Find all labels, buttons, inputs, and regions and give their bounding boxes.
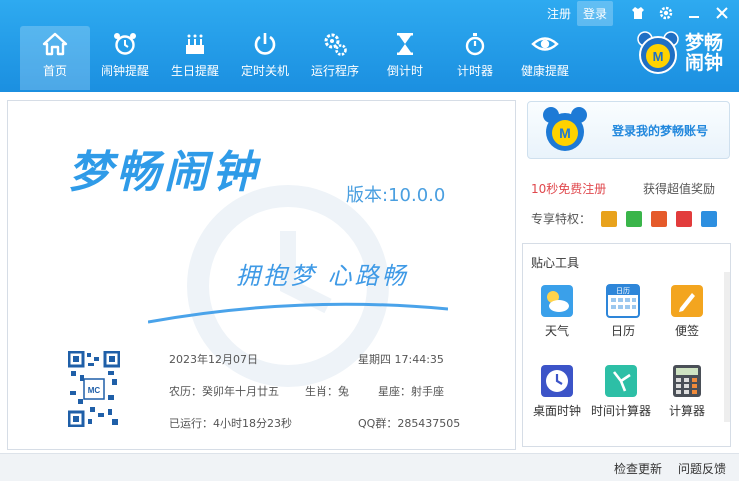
svg-text:M: M [559, 125, 571, 141]
tool-label: 时间计算器 [590, 404, 651, 418]
home-panel: 梦畅闹钟 版本:10.0.0 拥抱梦 心路畅 MC 2023年12月07日 星期… [7, 100, 516, 450]
nav-birthday[interactable]: 生日提醒 [160, 26, 230, 90]
gears-icon [324, 33, 347, 56]
tool-calculator[interactable]: 计算器 [655, 364, 719, 419]
tools-scrollbar[interactable] [724, 272, 730, 422]
brand-line: 闹钟 [685, 52, 724, 74]
login-button[interactable]: 登录 [576, 0, 613, 26]
nav-label: 健康提醒 [520, 64, 569, 78]
nav-countdown[interactable]: 倒计时 [370, 26, 440, 90]
tool-label: 日历 [610, 324, 635, 338]
eye-icon [531, 37, 559, 51]
alarm-mascot-icon: M [543, 107, 587, 151]
lunar-date-text: 农历：癸卯年十月廿五 [169, 385, 279, 398]
uptime-text: 已运行：4小时18分23秒 [169, 417, 292, 430]
nav-label: 生日提醒 [170, 64, 219, 78]
privilege-present-icon[interactable] [676, 210, 693, 227]
privilege-card-icon[interactable] [651, 210, 668, 227]
main-nav: 首页 闹钟提醒 生日提醒 定时关机 运行程序 倒计时 计时器 健康提醒 [20, 26, 580, 90]
nav-timer[interactable]: 计时器 [440, 26, 510, 90]
gear-icon[interactable] [655, 2, 677, 24]
register-link[interactable]: 注册 [541, 1, 577, 26]
calendar-header: 日历 [616, 287, 630, 295]
nav-health[interactable]: 健康提醒 [510, 26, 580, 90]
tool-calendar[interactable]: 日历 日历 [591, 284, 655, 339]
nav-run-program[interactable]: 运行程序 [300, 26, 370, 90]
swoosh-decoration [148, 302, 448, 324]
time-calculator-icon [605, 365, 637, 397]
svg-text:MC: MC [88, 386, 101, 395]
brand: M 梦畅 闹钟 [635, 30, 731, 76]
nav-label: 首页 [42, 64, 67, 78]
power-icon [254, 33, 276, 55]
close-icon[interactable] [711, 2, 733, 24]
privilege-gift-icon[interactable] [601, 210, 618, 227]
version-text: 版本:10.0.0 [346, 185, 446, 206]
top-bar: 注册 登录 [541, 0, 739, 26]
skin-icon[interactable] [627, 2, 649, 24]
tool-label: 便签 [674, 324, 699, 338]
feedback-link[interactable]: 问题反馈 [678, 460, 726, 477]
constellation-text: 星座：射手座 [378, 385, 444, 398]
brand-line: 梦畅 [685, 32, 724, 54]
stopwatch-icon [465, 33, 485, 56]
nav-home[interactable]: 首页 [20, 26, 90, 90]
tool-label: 桌面时钟 [532, 404, 581, 418]
nav-label: 运行程序 [310, 64, 359, 78]
tool-time-calculator[interactable]: 时间计算器 [589, 364, 653, 419]
tools-title: 贴心工具 [531, 256, 580, 270]
header-bar: 注册 登录 首页 闹钟提醒 生日提醒 定时关机 运行程序 倒计时 计时器 健康提… [0, 0, 739, 92]
privilege-vip-icon[interactable] [701, 210, 718, 227]
slogan: 拥抱梦 心路畅 [236, 262, 409, 290]
minimize-icon[interactable] [683, 2, 705, 24]
tool-weather[interactable]: 天气 [525, 284, 589, 339]
svg-text:M: M [653, 49, 664, 64]
privilege-leaf-icon[interactable] [626, 210, 643, 227]
privileges-row: 专享特权： [531, 210, 726, 227]
check-update-link[interactable]: 检查更新 [614, 460, 662, 477]
footer-bar: 检查更新 问题反馈 [0, 453, 739, 481]
app-title: 梦畅闹钟 [68, 147, 260, 198]
alarm-clock-icon [114, 33, 136, 55]
login-account-button[interactable]: M 登录我的梦畅账号 [527, 101, 730, 159]
privileges-label: 专享特权： [531, 212, 592, 226]
date-text: 2023年12月07日 [169, 353, 258, 366]
tool-label: 天气 [544, 324, 569, 338]
calculator-icon [673, 365, 701, 397]
tool-desktop-clock[interactable]: 桌面时钟 [525, 364, 589, 419]
desktop-clock-icon [541, 365, 573, 397]
login-account-label: 登录我的梦畅账号 [612, 123, 709, 138]
hourglass-icon [397, 33, 413, 55]
reward-link[interactable]: 获得超值奖励 [643, 180, 715, 197]
zodiac-text: 生肖：兔 [305, 385, 349, 398]
brand-name: 梦畅 闹钟 [685, 33, 731, 73]
nav-shutdown[interactable]: 定时关机 [230, 26, 300, 90]
tool-label: 计算器 [668, 404, 705, 418]
nav-label: 闹钟提醒 [100, 64, 149, 78]
tool-note[interactable]: 便签 [655, 284, 719, 339]
birthday-cake-icon [186, 34, 204, 54]
nav-alarm[interactable]: 闹钟提醒 [90, 26, 160, 90]
qq-group-text: QQ群：285437505 [358, 417, 461, 430]
calendar-icon: 日历 [606, 284, 640, 318]
free-register-link[interactable]: 10秒免费注册 [531, 180, 606, 197]
weather-icon [541, 285, 573, 317]
nav-label: 定时关机 [240, 64, 289, 78]
nav-label: 计时器 [456, 64, 493, 78]
alarm-mascot-logo: M [637, 31, 679, 74]
tools-panel: 贴心工具 天气 日历 日历 便签 桌面时钟 时间计算器 计算器 [522, 243, 731, 447]
note-icon [671, 285, 703, 317]
home-icon [42, 32, 68, 56]
qr-code[interactable]: MC [68, 351, 120, 427]
weekday-time-text: 星期四 17:44:35 [358, 353, 444, 366]
nav-label: 倒计时 [386, 64, 423, 78]
